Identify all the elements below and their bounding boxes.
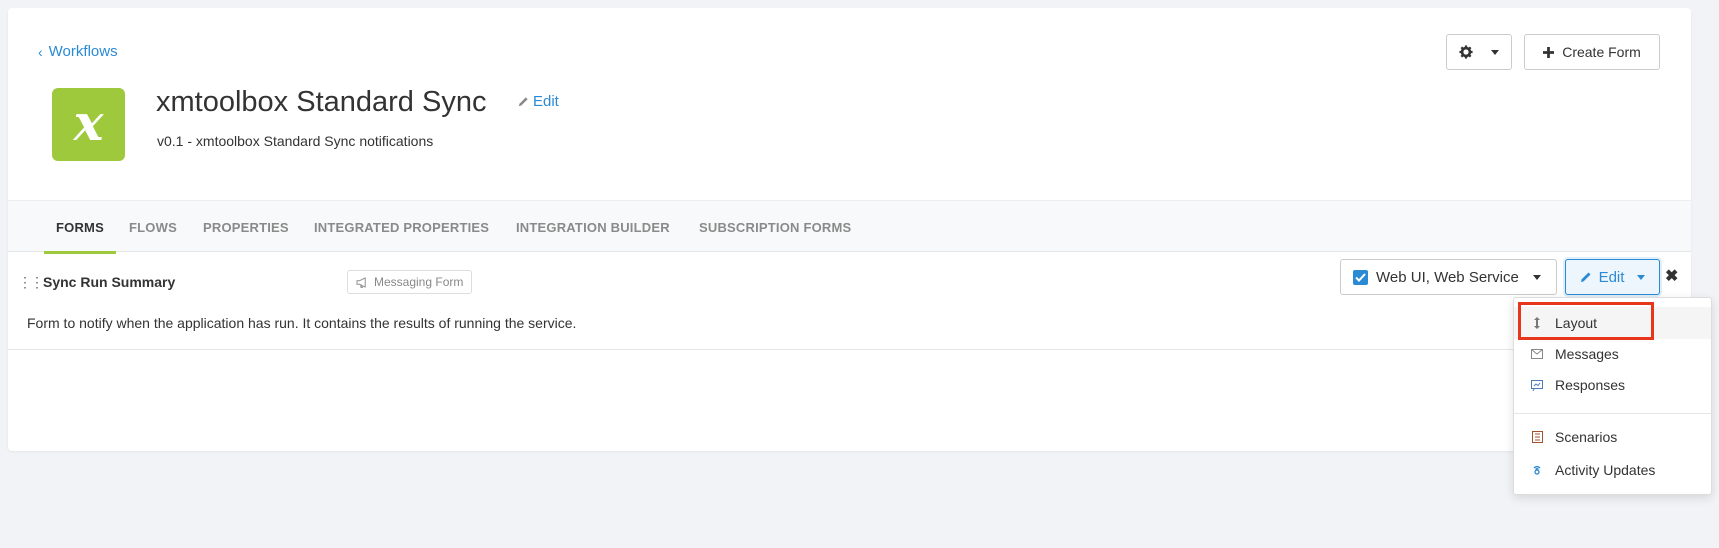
create-form-label: Create Form — [1562, 44, 1641, 60]
chevron-down-icon — [1491, 49, 1499, 55]
row-divider — [8, 349, 1691, 350]
tab-integrated-properties[interactable]: INTEGRATED PROPERTIES — [314, 201, 489, 253]
responses-icon — [1531, 379, 1543, 391]
menu-item-label: Activity Updates — [1555, 462, 1656, 478]
chevron-down-icon — [1532, 274, 1541, 280]
menu-item-label: Messages — [1555, 346, 1619, 362]
menu-item-activity-updates[interactable]: Activity Updates — [1514, 454, 1711, 486]
create-form-button[interactable]: Create Form — [1524, 34, 1660, 70]
menu-item-scenarios[interactable]: Scenarios — [1514, 421, 1711, 453]
messages-icon — [1531, 348, 1543, 360]
workflow-logo: x — [52, 88, 125, 161]
edit-form-button[interactable]: Edit — [1565, 259, 1660, 295]
menu-item-responses[interactable]: Responses — [1514, 369, 1711, 401]
menu-item-label: Responses — [1555, 377, 1626, 393]
pencil-icon — [1580, 272, 1591, 282]
channels-dropdown[interactable]: Web UI, Web Service — [1340, 259, 1557, 295]
menu-item-messages[interactable]: Messages — [1514, 338, 1711, 370]
form-description: Form to notify when the application has … — [27, 315, 577, 331]
plus-icon — [1543, 46, 1555, 58]
tab-flows[interactable]: FLOWS — [129, 201, 177, 253]
title-edit-link[interactable]: Edit — [518, 93, 559, 110]
tab-forms[interactable]: FORMS — [44, 201, 116, 254]
scenarios-icon — [1531, 431, 1543, 443]
tab-bar: FORMS FLOWS PROPERTIES INTEGRATED PROPER… — [8, 200, 1691, 254]
channels-label: Web UI, Web Service — [1376, 268, 1519, 286]
menu-divider — [1514, 413, 1711, 414]
form-name[interactable]: Sync Run Summary — [43, 274, 175, 290]
menu-item-label: Layout — [1555, 315, 1598, 331]
megaphone-icon — [356, 276, 366, 288]
menu-item-label: Scenarios — [1555, 429, 1618, 445]
layout-icon — [1531, 317, 1543, 329]
drag-handle-icon[interactable]: ⋮⋮ — [18, 274, 44, 291]
menu-item-layout[interactable]: Layout — [1514, 307, 1711, 339]
edit-dropdown-menu: Layout Messages Responses Scenarios Acti… — [1513, 297, 1712, 495]
checkbox-checked-icon[interactable] — [1353, 269, 1368, 285]
workflow-subtitle: v0.1 - xmtoolbox Standard Sync notificat… — [157, 133, 434, 149]
page-title: xmtoolbox Standard Sync — [156, 86, 487, 118]
form-type-badge: Messaging Form — [347, 270, 473, 294]
chevron-down-icon — [1637, 274, 1646, 280]
close-icon[interactable]: ✖ — [1665, 266, 1678, 286]
pencil-icon — [518, 97, 528, 107]
tab-subscription-forms[interactable]: SUBSCRIPTION FORMS — [699, 201, 851, 253]
tab-properties[interactable]: PROPERTIES — [203, 201, 289, 253]
activity-updates-icon — [1531, 464, 1543, 476]
back-link-label: Workflows — [48, 43, 118, 60]
chevron-left-icon: ‹ — [38, 43, 43, 60]
settings-menu-button[interactable] — [1446, 34, 1512, 70]
gear-icon — [1459, 45, 1473, 59]
logo-letter: x — [73, 92, 104, 152]
tab-integration-builder[interactable]: INTEGRATION BUILDER — [516, 201, 670, 253]
title-edit-label: Edit — [533, 93, 559, 110]
form-type-label: Messaging Form — [374, 275, 464, 289]
edit-form-label: Edit — [1598, 268, 1625, 286]
back-to-workflows-link[interactable]: ‹ Workflows — [38, 43, 118, 60]
